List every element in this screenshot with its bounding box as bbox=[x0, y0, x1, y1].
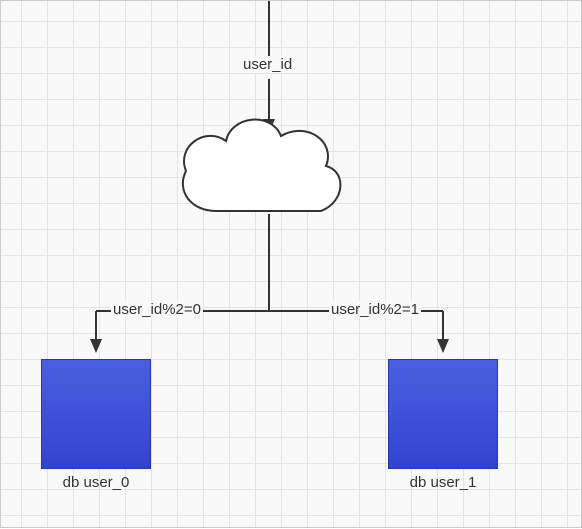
branch-right-label: user_id%2=1 bbox=[329, 301, 421, 318]
db-node-left: db user_0 bbox=[41, 359, 151, 469]
cloud-node bbox=[183, 120, 341, 211]
db-box bbox=[388, 359, 498, 469]
db-box bbox=[41, 359, 151, 469]
db-caption-left: db user_0 bbox=[41, 474, 151, 491]
diagram-canvas: user_id user_id%2=0 user_id%2=1 db user_… bbox=[0, 0, 582, 528]
branch-left-label: user_id%2=0 bbox=[111, 301, 203, 318]
db-node-right: db user_1 bbox=[388, 359, 498, 469]
db-caption-right: db user_1 bbox=[388, 474, 498, 491]
input-label: user_id bbox=[241, 56, 294, 73]
